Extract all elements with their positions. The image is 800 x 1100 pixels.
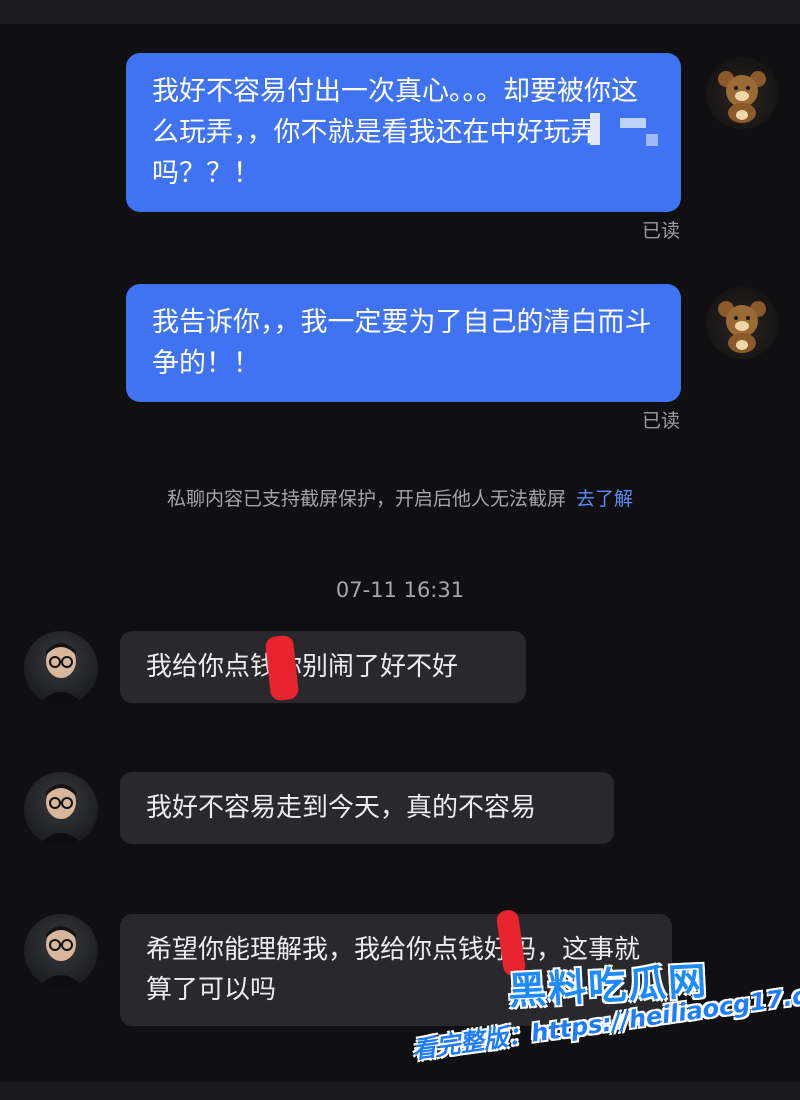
notice-text: 私聊内容已支持截屏保护，开启后他人无法截屏 xyxy=(166,488,566,510)
sent-message-bubble[interactable]: 我告诉你，，我一定要为了自己的清白而斗争的！！ xyxy=(126,284,681,402)
received-message-text: 我给你点钱你别闹了好不好 xyxy=(146,652,459,682)
user-avatar-icon[interactable] xyxy=(24,914,98,988)
sent-message-text: 我好不容易付出一次真心。。。却要被你这么玩弄，，你不就是看我还在中好玩弄吗？？！ xyxy=(152,76,638,189)
received-message-bubble[interactable]: 我给你点钱你别闹了好不好 xyxy=(120,631,526,703)
learn-more-link[interactable]: 去了解 xyxy=(576,488,633,510)
bear-avatar-icon[interactable] xyxy=(706,57,778,129)
bottom-band xyxy=(0,1082,800,1100)
read-status: 已读 xyxy=(641,410,680,432)
user-avatar-icon[interactable] xyxy=(24,631,98,705)
user-avatar-icon[interactable] xyxy=(24,772,98,846)
sent-message-text: 我告诉你，，我一定要为了自己的清白而斗争的！！ xyxy=(152,307,652,379)
censor-mark xyxy=(590,113,600,145)
received-message-text: 我好不容易走到今天，真的不容易 xyxy=(146,793,537,823)
message-timestamp: 07-11 16:31 xyxy=(335,578,465,602)
bear-avatar-icon[interactable] xyxy=(706,287,778,359)
status-bar-band xyxy=(0,0,800,24)
received-message-bubble[interactable]: 我好不容易走到今天，真的不容易 xyxy=(120,772,614,844)
screenshot-protection-notice: 私聊内容已支持截屏保护，开启后他人无法截屏 去了解 xyxy=(0,484,800,511)
censor-mark xyxy=(646,134,658,146)
censor-mark xyxy=(620,118,646,128)
read-status: 已读 xyxy=(641,220,680,242)
